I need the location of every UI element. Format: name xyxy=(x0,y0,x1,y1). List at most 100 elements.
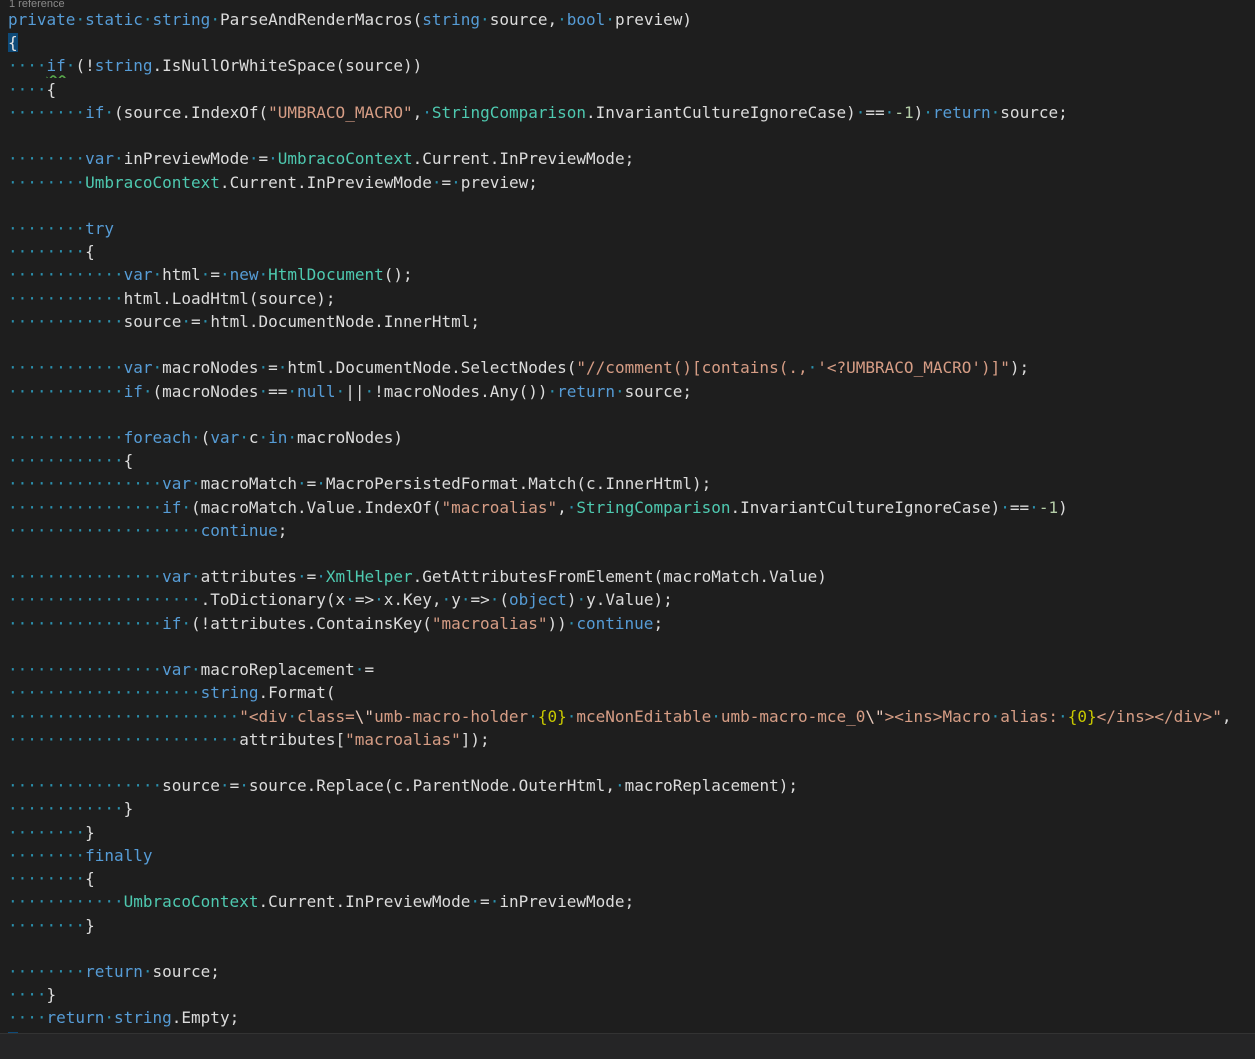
code-line[interactable] xyxy=(8,635,1255,658)
code-line[interactable]: ····{ xyxy=(8,78,1255,101)
code-line[interactable]: ············{ xyxy=(8,449,1255,472)
whitespace-dots: · xyxy=(258,358,269,378)
code-line[interactable]: ········} xyxy=(8,821,1255,844)
code-line[interactable]: ············var·html·=·new·HtmlDocument(… xyxy=(8,263,1255,286)
punctuation-token: ; xyxy=(229,1008,240,1028)
code-line[interactable]: ········finally xyxy=(8,844,1255,867)
punctuation-token: ( xyxy=(325,683,336,703)
identifier-token: source xyxy=(1000,102,1059,122)
whitespace-dots: ················ xyxy=(8,660,163,680)
keyword-token: var xyxy=(162,474,192,494)
code-line[interactable]: ························"<div·class=\"um… xyxy=(8,705,1255,728)
code-line[interactable]: ········var·inPreviewMode·=·UmbracoConte… xyxy=(8,147,1255,170)
punctuation-token: ; xyxy=(1058,102,1068,122)
code-line[interactable]: ············html.LoadHtml(source); xyxy=(8,287,1255,310)
code-line[interactable] xyxy=(8,124,1255,147)
code-line[interactable]: ········{ xyxy=(8,240,1255,263)
code-line[interactable]: ····if·(!string.IsNullOrWhiteSpace(sourc… xyxy=(8,54,1255,77)
identifier-token: Current xyxy=(268,892,336,912)
code-line[interactable]: ············if·(macroNodes·==·null·||·!m… xyxy=(8,380,1255,403)
code-line[interactable] xyxy=(8,542,1255,565)
whitespace-dots: ···················· xyxy=(8,683,201,703)
whitespace-dots: · xyxy=(470,892,481,912)
codelens-reference-count[interactable]: 1 reference xyxy=(9,0,65,8)
type-name-token: StringComparison xyxy=(576,497,731,517)
code-line[interactable]: ················source·=·source.Replace(… xyxy=(8,774,1255,797)
code-line[interactable]: ················if·(macroMatch.Value.Ind… xyxy=(8,496,1255,519)
code-line[interactable]: ········UmbracoContext.Current.InPreview… xyxy=(8,171,1255,194)
punctuation-token: . xyxy=(374,311,384,331)
code-line[interactable]: ················var·macroMatch·=·MacroPe… xyxy=(8,472,1255,495)
code-line[interactable] xyxy=(8,403,1255,426)
punctuation-token: ; xyxy=(682,381,693,401)
punctuation-token: = xyxy=(191,311,201,331)
code-lines[interactable]: private·static·string·ParseAndRenderMacr… xyxy=(8,8,1255,1053)
punctuation-token: ) xyxy=(817,567,827,587)
keyword-token: return xyxy=(46,1008,105,1028)
whitespace-dots: · xyxy=(268,149,278,169)
punctuation-token: . xyxy=(586,102,596,122)
punctuation-token: . xyxy=(181,102,192,122)
whitespace-dots: ········ xyxy=(8,915,86,935)
punctuation-token: { xyxy=(85,869,95,889)
punctuation-token: = xyxy=(229,776,240,796)
punctuation-token: , xyxy=(557,497,567,517)
identifier-token: Match xyxy=(528,474,577,494)
code-line[interactable]: ················var·macroReplacement·= xyxy=(8,658,1255,681)
identifier-token: LoadHtml xyxy=(171,288,249,308)
code-line[interactable]: ····return·string.Empty; xyxy=(8,1006,1255,1029)
code-line[interactable]: ············var·macroNodes·=·html.Docume… xyxy=(8,356,1255,379)
identifier-token: macroReplacement xyxy=(200,660,355,680)
code-line[interactable]: ········if·(source.IndexOf("UMBRACO_MACR… xyxy=(8,101,1255,124)
code-line[interactable]: ············source·=·html.DocumentNode.I… xyxy=(8,310,1255,333)
whitespace-dots: ···· xyxy=(8,56,47,76)
identifier-token: y xyxy=(586,590,596,610)
code-line[interactable]: ························attributes["macr… xyxy=(8,728,1255,751)
punctuation-token: . xyxy=(480,381,490,401)
code-line[interactable]: ····················string.Format( xyxy=(8,681,1255,704)
punctuation-token: . xyxy=(393,590,403,610)
code-line[interactable]: ····················.ToDictionary(x·=>·x… xyxy=(8,588,1255,611)
identifier-token: html xyxy=(287,358,326,378)
code-line[interactable] xyxy=(8,333,1255,356)
identifier-token: c xyxy=(586,474,596,494)
punctuation-token: = xyxy=(364,660,375,680)
punctuation-token: ); xyxy=(653,590,673,610)
code-line[interactable]: ············foreach·(var·c·in·macroNodes… xyxy=(8,426,1255,449)
keyword-token: private xyxy=(8,10,76,29)
code-line[interactable]: ········try xyxy=(8,217,1255,240)
whitespace-dots: · xyxy=(614,776,625,796)
whitespace-dots: ················ xyxy=(8,497,163,517)
code-line[interactable]: ····} xyxy=(8,983,1255,1006)
identifier-token: macroReplacement xyxy=(624,776,779,796)
punctuation-token: ) xyxy=(846,102,856,122)
code-line[interactable]: ············} xyxy=(8,797,1255,820)
whitespace-dots: · xyxy=(287,381,298,401)
string-token: "macroalias" xyxy=(441,497,558,517)
code-line[interactable] xyxy=(8,937,1255,960)
code-line[interactable]: ····················continue; xyxy=(8,519,1255,542)
code-line[interactable]: ········{ xyxy=(8,867,1255,890)
punctuation-token: , xyxy=(412,102,423,122)
code-line[interactable]: ········return·source; xyxy=(8,960,1255,983)
identifier-token: source xyxy=(489,10,548,29)
type-name-token: HtmlDocument xyxy=(268,265,384,285)
code-line[interactable]: ················var·attributes·=·XmlHelp… xyxy=(8,565,1255,588)
whitespace-dots: ···· xyxy=(8,1008,47,1028)
identifier-token: macroNodes xyxy=(383,381,481,401)
keyword-token: string xyxy=(94,56,153,76)
whitespace-dots: ················ xyxy=(8,474,163,494)
code-line[interactable]: private·static·string·ParseAndRenderMacr… xyxy=(8,8,1255,31)
punctuation-token: . xyxy=(297,172,307,192)
punctuation-token: , xyxy=(431,590,442,610)
code-editor[interactable]: 1 reference private·static·string·ParseA… xyxy=(0,0,1255,1059)
punctuation-token: ( xyxy=(431,497,442,517)
code-line[interactable]: { xyxy=(8,31,1255,54)
code-line[interactable] xyxy=(8,751,1255,774)
code-line[interactable]: ········} xyxy=(8,914,1255,937)
whitespace-dots: ········ xyxy=(8,242,86,262)
identifier-token: InPreviewMode xyxy=(499,149,625,169)
code-line[interactable]: ············UmbracoContext.Current.InPre… xyxy=(8,890,1255,913)
code-line[interactable]: ················if·(!attributes.Contains… xyxy=(8,612,1255,635)
code-line[interactable] xyxy=(8,194,1255,217)
